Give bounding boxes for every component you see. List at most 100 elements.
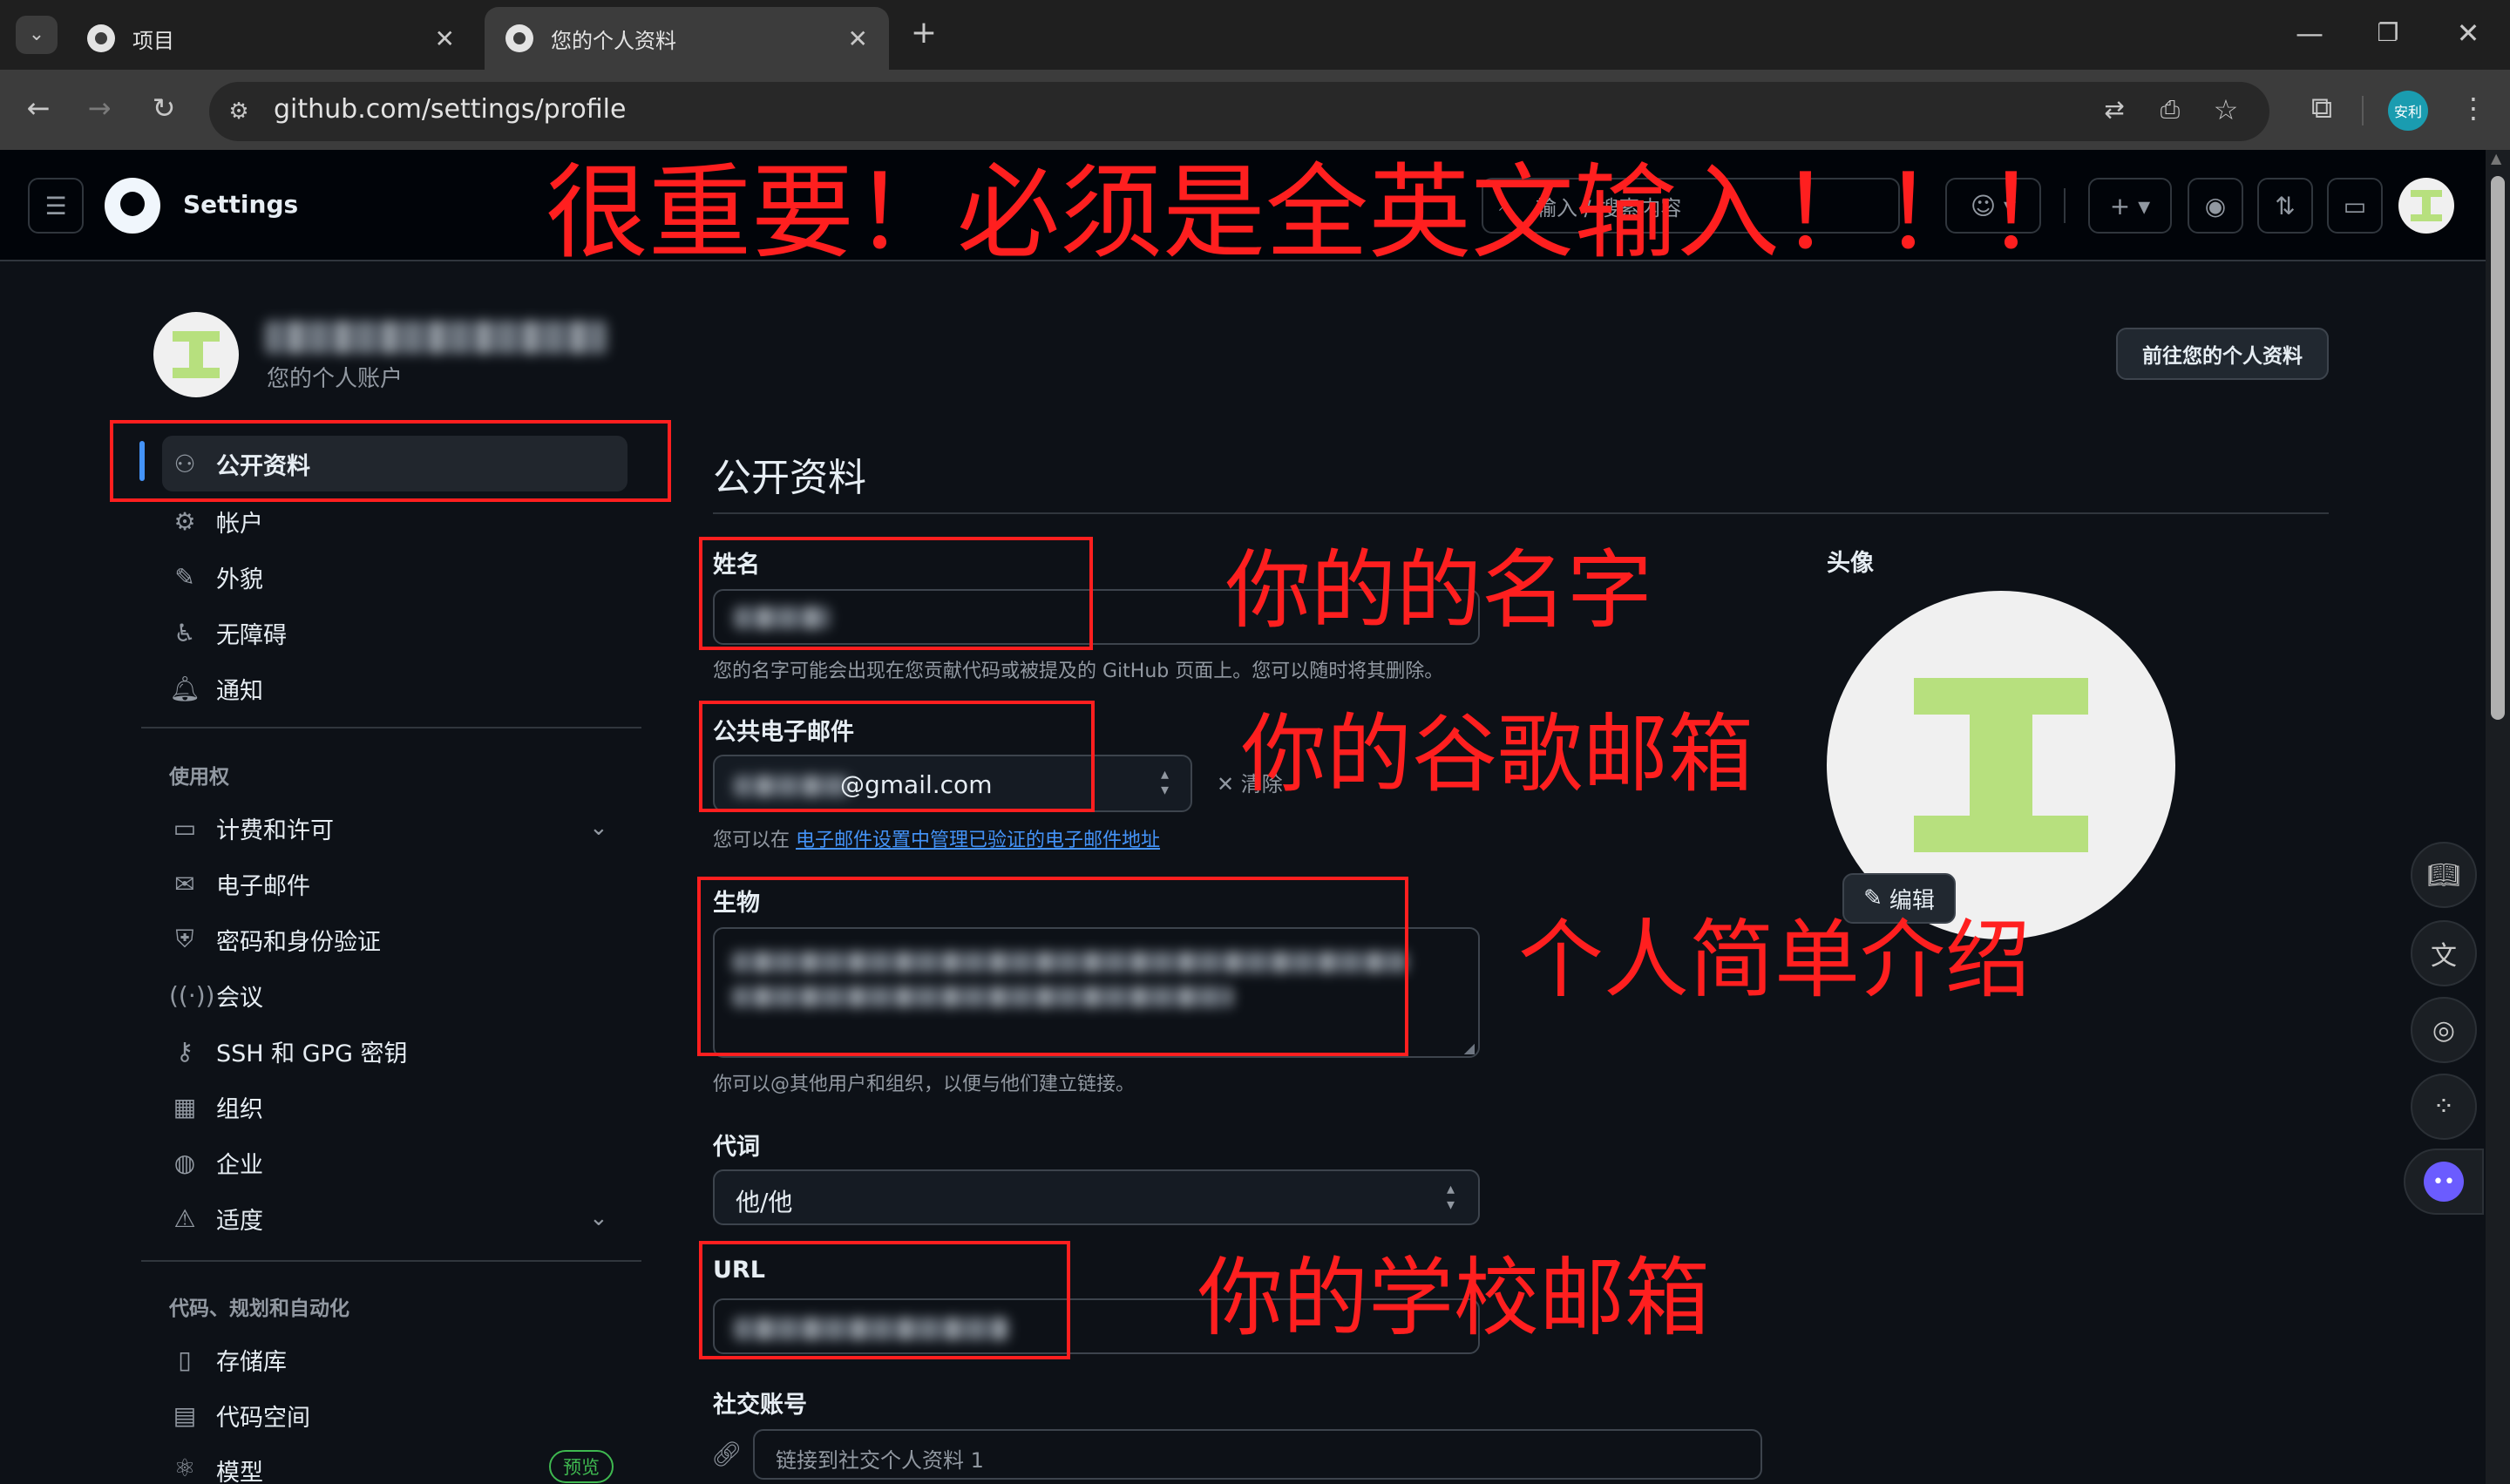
close-tab-icon[interactable]: ✕: [435, 24, 455, 53]
github-favicon-icon: [505, 24, 533, 52]
install-app-icon[interactable]: ⎙: [2151, 92, 2189, 127]
select-arrows-icon: ▴ ▾: [1447, 1180, 1455, 1214]
sidebar-item-models[interactable]: ⚛ 模型 预览: [162, 1443, 629, 1484]
sidebar-item-moderation[interactable]: ⚠ 适度 ⌄: [162, 1190, 629, 1246]
chevron-down-icon[interactable]: ⌄: [589, 815, 608, 841]
scrollbar-thumb[interactable]: [2491, 176, 2505, 720]
annotation-name: 你的的名字: [1225, 541, 1653, 640]
account-name-blurred: [265, 321, 607, 354]
tab-projects[interactable]: 项目 ✕: [66, 7, 476, 70]
sidebar-item-label: SSH 和 GPG 密钥: [216, 1040, 408, 1067]
annotation-box-public-profile: [110, 420, 671, 502]
close-icon: ✕: [1217, 772, 1241, 796]
address-bar[interactable]: ⚙ github.com/settings/profile ⇄ ⎙ ☆: [209, 82, 2269, 141]
codespaces-icon: ▤: [173, 1400, 197, 1430]
sidebar-item-repositories[interactable]: ▯ 存储库: [162, 1332, 629, 1387]
hamburger-menu-icon[interactable]: ☰: [28, 178, 84, 234]
sidebar-item-label: 企业: [216, 1151, 263, 1179]
annotation-url: 你的学校邮箱: [1197, 1249, 1711, 1348]
sidebar-item-ssh-gpg[interactable]: ⚷ SSH 和 GPG 密钥: [162, 1023, 629, 1079]
apps-github-icon[interactable]: ⁘: [2411, 1074, 2477, 1140]
sidebar-item-label: 通知: [216, 677, 263, 705]
key-icon: ⚷: [175, 1036, 194, 1066]
annotation-email: 你的谷歌邮箱: [1241, 705, 1754, 804]
restore-icon[interactable]: ❐: [2369, 16, 2407, 51]
assistant-button[interactable]: ••: [2404, 1149, 2484, 1215]
page-scrollbar[interactable]: ▲: [2486, 150, 2510, 1484]
reload-icon[interactable]: ↻: [145, 91, 183, 125]
sidebar-item-emails[interactable]: ✉ 电子邮件: [162, 856, 629, 911]
reading-mode-icon[interactable]: 📖︎: [2411, 842, 2477, 908]
preview-badge: 预览: [549, 1450, 614, 1483]
sidebar-item-label: 模型: [216, 1460, 263, 1484]
sidebar-item-label: 组织: [216, 1095, 263, 1123]
forward-icon[interactable]: →: [80, 91, 119, 125]
extensions-icon[interactable]: ⧉: [2303, 91, 2341, 125]
minimize-icon[interactable]: —: [2290, 16, 2329, 51]
sidebar-section-code: 代码、规划和自动化: [169, 1298, 349, 1320]
sidebar-item-sessions[interactable]: ((·)) 会议: [162, 967, 629, 1023]
window-close-icon[interactable]: ✕: [2449, 16, 2487, 51]
page-title: 公开资料: [713, 456, 866, 500]
podcast-icon[interactable]: ◎: [2411, 997, 2477, 1063]
profile-badge-text: 安利: [2393, 104, 2422, 120]
assistant-bot-icon: ••: [2424, 1162, 2464, 1202]
account-subtitle: 您的个人账户: [267, 366, 404, 392]
sidebar-item-password-auth[interactable]: ⛨ 密码和身份验证: [162, 911, 629, 967]
social-label: 社交账号: [713, 1392, 807, 1419]
social-link-input-1[interactable]: 链接到社交个人资料 1: [753, 1429, 1762, 1480]
pronouns-value: 他/他: [736, 1188, 793, 1216]
sidebar-item-label: 适度: [216, 1207, 263, 1235]
translate-icon[interactable]: ⇄: [2095, 92, 2134, 127]
inbox-icon[interactable]: ▭: [2327, 178, 2383, 234]
email-note: 您可以在 电子邮件设置中管理已验证的电子邮件地址: [713, 824, 1160, 852]
credit-card-icon: ▭: [173, 813, 197, 843]
tab-search-chevron-icon[interactable]: ⌄: [16, 16, 58, 54]
gear-icon: ⚙: [173, 506, 196, 536]
bell-icon: 🔔︎: [169, 674, 200, 703]
issues-icon[interactable]: ◉: [2188, 178, 2243, 234]
model-icon: ⚛: [173, 1454, 196, 1482]
user-avatar[interactable]: [2398, 178, 2454, 234]
pull-requests-icon[interactable]: ⇅: [2257, 178, 2313, 234]
browser-menu-icon[interactable]: ⋮: [2454, 91, 2493, 125]
close-tab-icon[interactable]: ✕: [848, 24, 868, 53]
resize-handle-icon[interactable]: ◢: [1464, 1040, 1475, 1056]
sidebar-item-appearance[interactable]: ✎ 外貌: [162, 549, 629, 605]
goto-profile-button[interactable]: 前往您的个人资料: [2116, 328, 2329, 380]
create-new-button[interactable]: + ▾: [2088, 178, 2172, 234]
translate-panel-icon[interactable]: 文: [2411, 920, 2477, 986]
bookmark-star-icon[interactable]: ☆: [2207, 92, 2245, 127]
url-text[interactable]: github.com/settings/profile: [274, 94, 626, 125]
name-note: 您的名字可能会出现在您贡献代码或被提及的 GitHub 页面上。您可以随时将其删…: [713, 661, 1444, 682]
sidebar-item-organizations[interactable]: ▦ 组织: [162, 1079, 629, 1135]
globe-icon: ◍: [173, 1148, 196, 1177]
chevron-down-icon[interactable]: ⌄: [589, 1205, 608, 1231]
email-note-prefix: 您可以在: [713, 830, 790, 851]
back-icon[interactable]: ←: [19, 91, 58, 125]
github-logo-icon[interactable]: [105, 178, 160, 234]
sidebar-section-access: 使用权: [169, 766, 229, 789]
tab-profile[interactable]: 您的个人资料 ✕: [485, 7, 889, 70]
shield-lock-icon: ⛨: [175, 925, 194, 953]
sidebar-item-billing[interactable]: ▭ 计费和许可 ⌄: [162, 800, 629, 856]
sidebar-item-label: 无障碍: [216, 621, 287, 649]
sidebar-item-codespaces[interactable]: ▤ 代码空间: [162, 1387, 629, 1443]
sidebar-item-label: 代码空间: [216, 1404, 310, 1432]
email-settings-link[interactable]: 电子邮件设置中管理已验证的电子邮件地址: [796, 830, 1160, 851]
sidebar-item-label: 存储库: [216, 1348, 287, 1376]
pronouns-label: 代词: [713, 1134, 760, 1161]
new-tab-icon[interactable]: +: [905, 16, 943, 51]
heading-divider: [713, 512, 2329, 514]
sidebar-item-enterprises[interactable]: ◍ 企业: [162, 1135, 629, 1190]
pronouns-select[interactable]: 他/他 ▴ ▾: [713, 1169, 1480, 1225]
broadcast-icon: ((·)): [169, 980, 215, 1010]
annotation-english-only: 很重要！必须是全英文输入！！！: [546, 152, 2089, 273]
sidebar-item-notifications[interactable]: 🔔︎ 通知: [162, 661, 629, 716]
sidebar-item-accessibility[interactable]: ♿ 无障碍: [162, 605, 629, 661]
annotation-bio: 个人简单介绍: [1518, 911, 2032, 1010]
site-info-icon[interactable]: ⚙: [220, 94, 258, 129]
browser-profile-avatar[interactable]: 安利: [2388, 91, 2428, 131]
annotation-box-bio: [697, 877, 1408, 1056]
account-avatar: [153, 312, 239, 397]
